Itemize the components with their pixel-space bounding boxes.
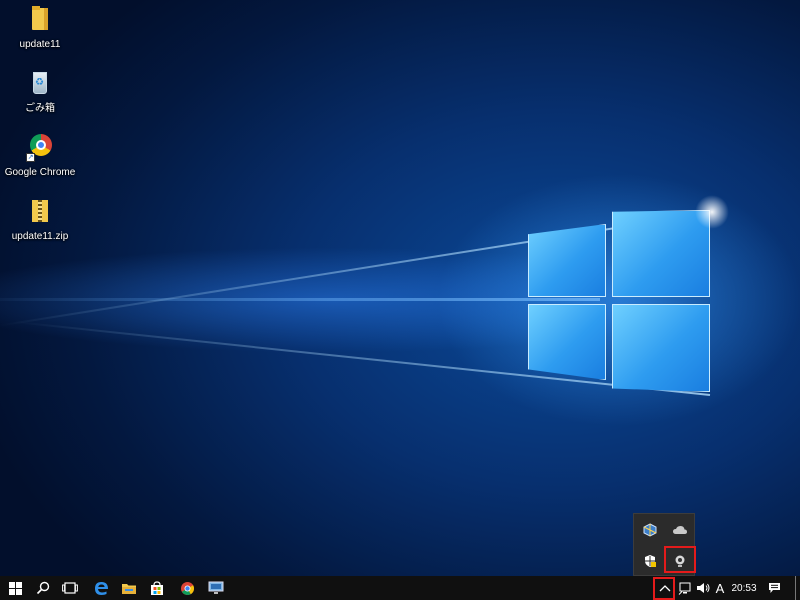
volume-icon: [696, 583, 709, 593]
clock[interactable]: 20:53: [728, 576, 760, 600]
chrome-icon: ↗: [24, 132, 56, 164]
remote-desktop-icon: [208, 581, 224, 594]
store-icon: [151, 580, 163, 595]
recycle-bin-icon: [24, 68, 56, 100]
windows-logo-pane: [612, 304, 710, 392]
edge-icon: [94, 581, 108, 595]
windows-logo-pane: [528, 224, 606, 297]
taskbar-remote-desktop[interactable]: [202, 576, 230, 600]
windows-defender-icon[interactable]: [639, 550, 661, 572]
network-icon: [678, 582, 691, 595]
chrome-icon: [180, 581, 194, 595]
task-view-icon: [62, 582, 78, 594]
highlight-box: [664, 546, 696, 573]
windows-logo-pane: [612, 210, 710, 297]
volume-button[interactable]: [694, 576, 712, 600]
folder-icon: [24, 4, 56, 36]
search-button[interactable]: [30, 576, 56, 600]
desktop-icon-update11[interactable]: update11: [1, 4, 79, 51]
start-icon: [8, 581, 22, 595]
desktop-icon-update11-zip[interactable]: update11.zip: [1, 196, 79, 243]
desktop-wallpaper: [0, 0, 800, 576]
desktop-icon-label: update11.zip: [11, 231, 69, 242]
onedrive-icon[interactable]: [669, 519, 691, 541]
virtualbox-icon[interactable]: [639, 519, 661, 541]
zip-folder-icon: [24, 196, 56, 228]
highlight-box: [653, 577, 675, 600]
start-button[interactable]: [0, 576, 30, 600]
light-beam: [0, 298, 600, 301]
show-desktop-divider[interactable]: [795, 576, 796, 600]
action-center-button[interactable]: [764, 576, 784, 600]
desktop-icon-google-chrome[interactable]: ↗ Google Chrome: [1, 132, 79, 179]
desktop-icon-recycle-bin[interactable]: ごみ箱: [1, 68, 79, 115]
file-explorer-icon: [122, 583, 136, 594]
logo-glow: [695, 195, 729, 229]
desktop-icon-label: ごみ箱: [25, 103, 55, 114]
network-button[interactable]: [676, 576, 694, 600]
taskbar-file-explorer[interactable]: [116, 576, 142, 600]
desktop-icon-label: Google Chrome: [4, 167, 76, 178]
notification-icon: [768, 583, 780, 593]
task-view-button[interactable]: [56, 576, 84, 600]
search-icon: [36, 581, 50, 595]
desktop-icon-label: update11: [19, 39, 61, 50]
taskbar-store[interactable]: [144, 576, 170, 600]
windows-logo-pane: [528, 304, 606, 380]
taskbar-edge[interactable]: [88, 576, 114, 600]
ime-indicator[interactable]: A: [712, 576, 728, 600]
taskbar-chrome[interactable]: [174, 576, 200, 600]
taskbar: A 20:53: [0, 576, 800, 600]
